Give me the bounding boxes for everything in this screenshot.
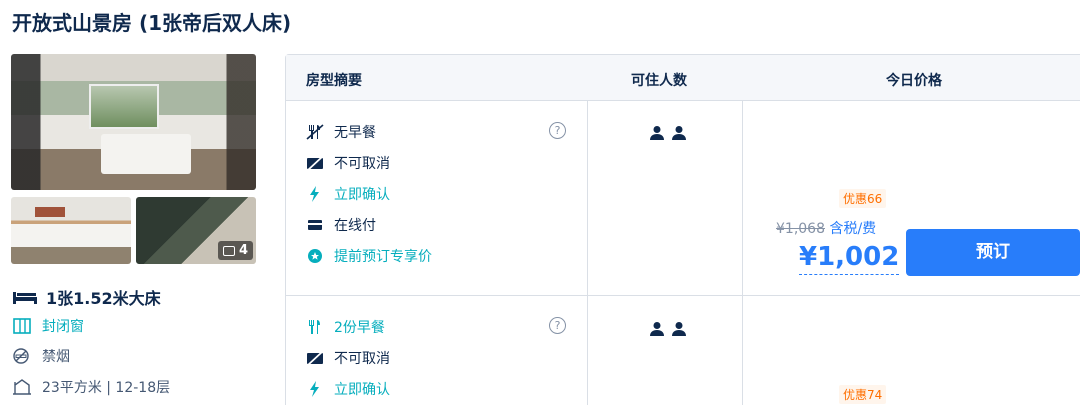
- person-icon: [650, 126, 664, 140]
- policy-info-icon[interactable]: ?: [549, 122, 566, 139]
- room-photo-thumbnail-2[interactable]: 4: [136, 197, 256, 264]
- lightning-icon: [310, 186, 319, 202]
- original-price: ¥1,068: [776, 221, 825, 237]
- occupancy: [648, 125, 688, 141]
- room-photo-thumbnail-1[interactable]: [11, 197, 131, 264]
- header-summary: 房型摘要: [306, 73, 362, 89]
- person-icon: [672, 126, 686, 140]
- feature-confirm: 立即确认: [306, 184, 390, 204]
- area-info: 23平方米 | 12-18层: [12, 377, 170, 397]
- book-button[interactable]: 预订: [906, 229, 1080, 276]
- person-icon: [672, 322, 686, 336]
- original-price-line: ¥1,068 含税/费: [776, 218, 876, 238]
- discount-badge: 优惠74: [839, 385, 887, 404]
- bed-icon: [13, 292, 37, 304]
- smoking-text: 禁烟: [42, 349, 70, 365]
- window-icon: [13, 318, 31, 334]
- feature-meal: 2份早餐: [306, 317, 385, 337]
- person-icon: [650, 322, 664, 336]
- room-main-photo[interactable]: [11, 54, 256, 190]
- feature-meal: 无早餐: [306, 122, 376, 142]
- area-text: 23平方米 | 12-18层: [42, 380, 171, 396]
- bed-text: 1张1.52米大床: [46, 289, 161, 308]
- area-icon: [13, 379, 31, 395]
- occupancy: [648, 321, 688, 337]
- no-cancel-icon: [307, 156, 323, 171]
- feature-confirm: 立即确认: [306, 379, 390, 399]
- feature-payment: 在线付: [306, 215, 376, 235]
- feature-cancel: 不可取消: [306, 153, 390, 173]
- no-cancel-icon: [307, 351, 323, 366]
- lightning-icon: [310, 381, 319, 397]
- current-price[interactable]: ¥1,002: [799, 240, 900, 275]
- star-badge-icon: [308, 249, 322, 263]
- card-icon: [308, 220, 322, 230]
- rate-table-header: 房型摘要 可住人数 今日价格: [286, 55, 1080, 101]
- smoking-info: 禁烟: [12, 346, 70, 366]
- image-icon: [222, 245, 235, 256]
- photo-count-badge[interactable]: 4: [217, 241, 253, 260]
- feature-cancel: 不可取消: [306, 348, 390, 368]
- breakfast-icon: [309, 320, 320, 334]
- discount-badge: 优惠66: [839, 189, 887, 208]
- window-text: 封闭窗: [42, 319, 84, 335]
- window-info: 封闭窗: [12, 316, 84, 336]
- header-occupancy: 可住人数: [631, 73, 687, 89]
- feature-promo: 提前预订专享价: [306, 246, 432, 266]
- header-price: 今日价格: [886, 73, 942, 89]
- room-title: 开放式山景房 (1张帝后双人床): [12, 11, 292, 35]
- bed-info: 1张1.52米大床: [12, 285, 161, 309]
- rate-table: 房型摘要 可住人数 今日价格 无早餐 不可取消 立即确认 在线付 提前预订专享价…: [285, 54, 1080, 405]
- policy-info-icon[interactable]: ?: [549, 317, 566, 334]
- tax-label[interactable]: 含税/费: [829, 221, 876, 237]
- no-smoking-icon: [13, 348, 29, 364]
- photo-count: 4: [238, 243, 248, 258]
- no-breakfast-icon: [306, 124, 324, 140]
